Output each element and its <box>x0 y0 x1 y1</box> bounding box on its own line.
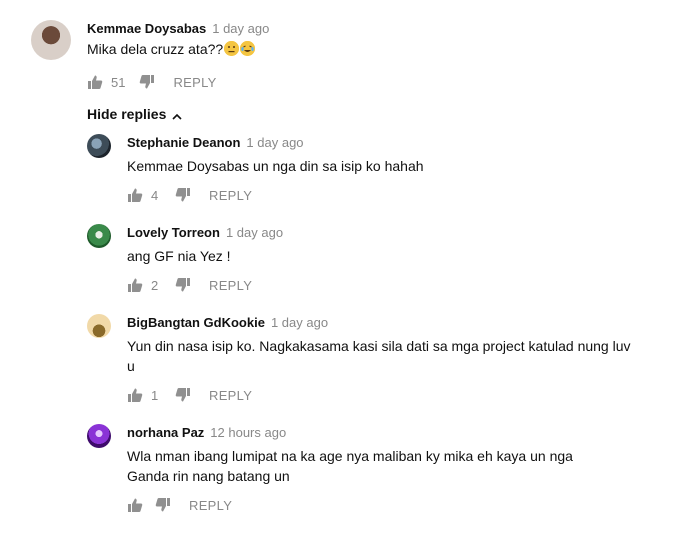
reply-text-line-1: Yun din nasa isip ko. Nagkakasama kasi s… <box>127 338 631 354</box>
like-count: 1 <box>151 387 159 403</box>
chevron-up-icon <box>172 109 182 120</box>
hide-replies-toggle[interactable]: Hide replies <box>87 106 182 122</box>
thumbs-up-icon[interactable] <box>127 187 143 203</box>
like-count: 2 <box>151 277 159 293</box>
like-count: 51 <box>111 74 126 90</box>
reply-author[interactable]: Stephanie Deanon <box>127 135 240 150</box>
reply-time[interactable]: 1 day ago <box>271 315 328 330</box>
reply-author[interactable]: Lovely Torreon <box>127 225 220 240</box>
avatar[interactable] <box>87 134 111 158</box>
reply-actions: REPLY <box>127 495 232 515</box>
reply-text-line-2: Ganda rin nang batang un <box>127 468 290 484</box>
reply-text-line-2: u <box>127 358 135 374</box>
thumbs-down-icon[interactable] <box>155 497 171 513</box>
thumbs-down-icon[interactable] <box>139 74 155 90</box>
comment-actions: 51 REPLY <box>87 72 217 92</box>
reply-time[interactable]: 12 hours ago <box>210 425 286 440</box>
reply-header: Stephanie Deanon 1 day ago <box>127 135 304 150</box>
tears-of-joy-icon <box>240 41 256 56</box>
thumbs-down-icon[interactable] <box>175 277 191 293</box>
avatar[interactable] <box>31 20 71 60</box>
thumbs-up-icon[interactable] <box>127 497 143 513</box>
reply-author[interactable]: norhana Paz <box>127 425 204 440</box>
reply-button[interactable]: REPLY <box>209 388 252 403</box>
reply-text: ang GF nia Yez ! <box>127 248 231 264</box>
reply-button[interactable]: REPLY <box>189 498 232 513</box>
thumbs-down-icon[interactable] <box>175 387 191 403</box>
reply-header: Lovely Torreon 1 day ago <box>127 225 283 240</box>
reply-text: Kemmae Doysabas un nga din sa isip ko ha… <box>127 158 424 174</box>
like-count: 4 <box>151 187 159 203</box>
reply-author[interactable]: BigBangtan GdKookie <box>127 315 265 330</box>
comment-time[interactable]: 1 day ago <box>212 21 269 36</box>
comment-header: Kemmae Doysabas 1 day ago <box>87 21 269 36</box>
avatar[interactable] <box>87 224 111 248</box>
reply-text-line-1: Wla nman ibang lumipat na ka age nya mal… <box>127 448 573 464</box>
thumbs-down-icon[interactable] <box>175 187 191 203</box>
reply-button[interactable]: REPLY <box>173 75 216 90</box>
reply-time[interactable]: 1 day ago <box>226 225 283 240</box>
neutral-face-icon <box>224 41 240 56</box>
comment-text-body: Mika dela cruzz ata?? <box>87 41 224 57</box>
avatar[interactable] <box>87 314 111 338</box>
reply-actions: 4 REPLY <box>127 185 252 205</box>
reply-actions: 1 REPLY <box>127 385 252 405</box>
thumbs-up-icon[interactable] <box>127 387 143 403</box>
avatar[interactable] <box>87 424 111 448</box>
comment-text: Mika dela cruzz ata?? <box>87 39 256 59</box>
hide-replies-label[interactable]: Hide replies <box>87 106 166 122</box>
reply-header: norhana Paz 12 hours ago <box>127 425 286 440</box>
reply-button[interactable]: REPLY <box>209 188 252 203</box>
reply-header: BigBangtan GdKookie 1 day ago <box>127 315 328 330</box>
reply-actions: 2 REPLY <box>127 275 252 295</box>
thumbs-up-icon[interactable] <box>87 74 103 90</box>
thumbs-up-icon[interactable] <box>127 277 143 293</box>
reply-button[interactable]: REPLY <box>209 278 252 293</box>
reply-time[interactable]: 1 day ago <box>246 135 303 150</box>
comment-author[interactable]: Kemmae Doysabas <box>87 21 206 36</box>
